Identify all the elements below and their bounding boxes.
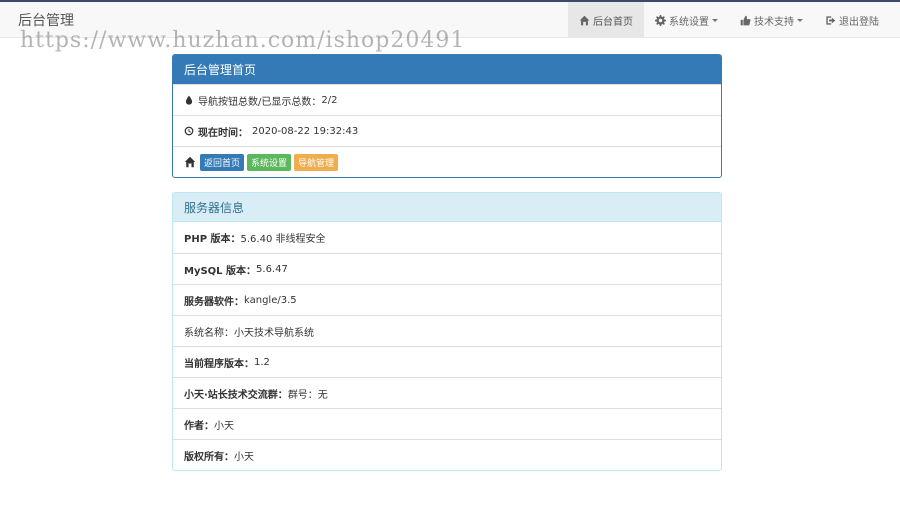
nav-item-support[interactable]: 技术支持	[729, 2, 814, 38]
info-label: 系统名称：	[184, 327, 234, 339]
logout-icon	[826, 15, 836, 25]
nav-count-label: 导航按钮总数/已显示总数：	[198, 96, 322, 108]
clock-icon	[184, 126, 194, 136]
back-home-button[interactable]: 返回首页	[200, 153, 245, 171]
brand-title[interactable]: 后台管理	[18, 10, 74, 30]
gear-icon	[655, 14, 666, 26]
caret-down-icon	[712, 18, 718, 22]
time-label: 现在时间：	[198, 127, 248, 139]
info-label: MySQL 版本：	[184, 265, 257, 277]
nav-item-logout[interactable]: 退出登陆	[814, 2, 890, 38]
info-value: 5.6.40 非线程安全	[240, 234, 326, 245]
server-info-row: 当前程序版本： 1.2	[173, 346, 721, 377]
server-info-row: PHP 版本： 5.6.40 非线程安全	[173, 222, 721, 253]
server-info-row: 小天·站长技术交流群： 群号：无	[173, 377, 721, 408]
thumbs-up-icon	[740, 15, 751, 25]
server-info-row: 服务器软件： kangle/3.5	[173, 284, 721, 315]
nav-menu: 后台首页 系统设置 技术支持 退出登陆	[568, 2, 890, 38]
nav-item-label: 退出登陆	[839, 16, 879, 28]
info-label: 服务器软件：	[184, 296, 244, 308]
panel-title: 后台管理首页	[173, 55, 721, 84]
info-value: 小天	[234, 451, 254, 463]
admin-home-panel: 后台管理首页 导航按钮总数/已显示总数： 2/2 现在时间： 2020-08-2…	[172, 54, 722, 178]
home-icon	[579, 15, 590, 25]
server-info-row: 版权所有： 小天	[173, 439, 721, 470]
info-label: 作者：	[184, 420, 214, 432]
panel-title: 服务器信息	[173, 193, 721, 222]
server-info-row: 作者： 小天	[173, 408, 721, 439]
nav-count-row: 导航按钮总数/已显示总数： 2/2	[173, 84, 721, 115]
info-label: 版权所有：	[184, 451, 234, 463]
nav-item-home[interactable]: 后台首页	[568, 2, 644, 38]
server-info-list: PHP 版本： 5.6.40 非线程安全 MySQL 版本： 5.6.47 服务…	[173, 222, 721, 470]
info-value: 5.6.47	[256, 263, 288, 275]
server-info-row: 系统名称： 小天技术导航系统	[173, 315, 721, 346]
home-icon	[184, 156, 196, 168]
nav-item-label: 系统设置	[669, 16, 709, 28]
nav-count-value: 2/2	[321, 94, 338, 106]
tint-drop-icon	[185, 95, 193, 105]
info-value: kangle/3.5	[244, 294, 297, 306]
server-info-row: MySQL 版本： 5.6.47	[173, 253, 721, 284]
watermark-text: https://www.huzhan.com/ishop20491	[20, 28, 466, 53]
time-row: 现在时间： 2020-08-22 19:32:43	[173, 115, 721, 146]
info-value: 群号：无	[287, 389, 328, 401]
info-label: PHP 版本：	[184, 234, 241, 245]
info-value: 小天技术导航系统	[234, 327, 314, 339]
nav-item-settings[interactable]: 系统设置	[644, 2, 729, 38]
server-info-panel: 服务器信息 PHP 版本： 5.6.40 非线程安全 MySQL 版本： 5.6…	[172, 192, 722, 471]
info-value: 小天	[214, 420, 234, 432]
quick-links-row: 返回首页 系统设置 导航管理	[173, 146, 721, 177]
caret-down-icon	[797, 18, 803, 22]
nav-item-label: 技术支持	[754, 16, 794, 28]
info-value: 1.2	[254, 356, 270, 368]
info-label: 当前程序版本：	[184, 358, 254, 370]
time-value: 2020-08-22 19:32:43	[252, 125, 359, 137]
nav-item-label: 后台首页	[593, 16, 633, 28]
info-label: 小天·站长技术交流群：	[184, 389, 288, 401]
system-settings-button[interactable]: 系统设置	[247, 153, 292, 171]
nav-manage-button[interactable]: 导航管理	[294, 153, 339, 171]
